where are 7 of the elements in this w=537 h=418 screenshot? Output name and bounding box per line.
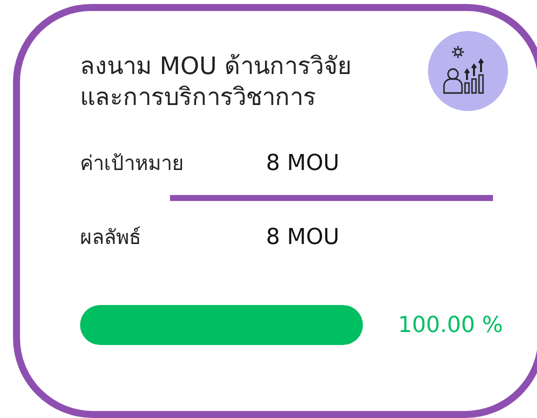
row-label: ค่าเป้าหมาย bbox=[80, 150, 185, 177]
row-value: 8 MOU bbox=[266, 224, 340, 250]
card-title: และการบริการวิชาการ bbox=[80, 82, 317, 113]
progress-reading: 100.00 % bbox=[398, 312, 503, 338]
row-label: ผลลัพธ์ bbox=[80, 224, 142, 251]
row-value: 8 MOU bbox=[266, 150, 340, 176]
card-title: ลงนาม MOU ด้านการวิจัย bbox=[80, 51, 352, 82]
